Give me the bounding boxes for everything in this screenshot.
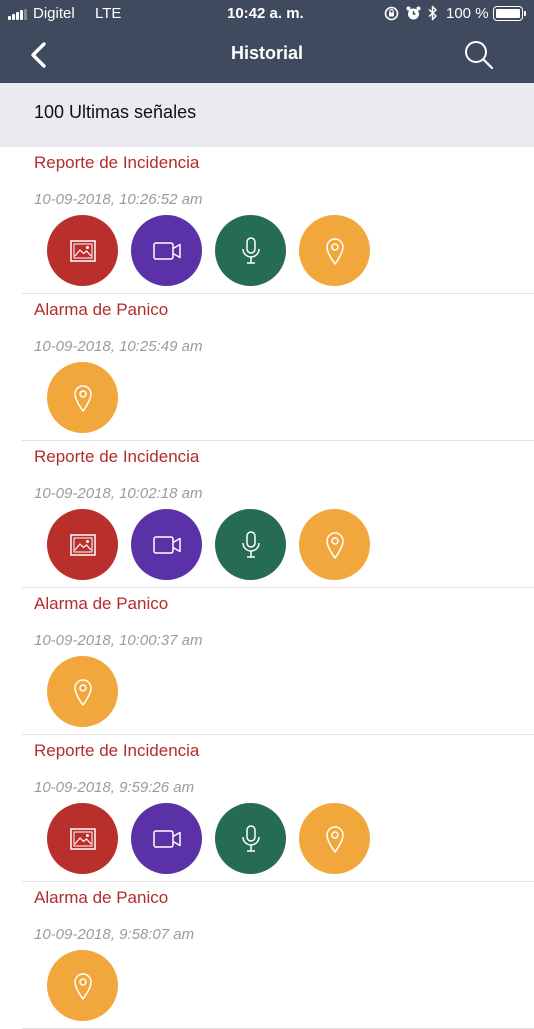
item-title: Alarma de Panico <box>34 888 169 907</box>
image-attachment-button[interactable] <box>47 803 118 874</box>
item-timestamp: 10-09-2018, 9:58:07 am <box>34 926 195 943</box>
signal-history-list: Reporte de Incidencia 10-09-2018, 10:26:… <box>0 147 534 1029</box>
history-item[interactable]: Alarma de Panico 10-09-2018, 10:00:37 am <box>0 588 534 735</box>
video-icon <box>152 241 181 260</box>
image-icon <box>69 827 96 850</box>
video-icon <box>152 535 181 554</box>
item-timestamp: 10-09-2018, 10:25:49 am <box>34 338 203 355</box>
item-timestamp: 10-09-2018, 10:00:37 am <box>34 632 203 649</box>
item-title: Alarma de Panico <box>34 300 169 319</box>
location-button[interactable] <box>47 362 118 433</box>
section-title: 100 Ultimas señales <box>34 102 197 122</box>
location-pin-icon <box>325 531 345 559</box>
location-pin-icon <box>73 678 93 706</box>
item-title: Reporte de Incidencia <box>34 153 200 172</box>
history-item[interactable]: Reporte de Incidencia 10-09-2018, 9:59:2… <box>0 735 534 882</box>
battery-icon <box>493 6 526 21</box>
search-icon <box>465 41 494 70</box>
video-attachment-button[interactable] <box>131 215 202 286</box>
history-item[interactable]: Alarma de Panico 10-09-2018, 10:25:49 am <box>0 294 534 441</box>
item-timestamp: 10-09-2018, 10:26:52 am <box>34 191 203 208</box>
navigation-bar: Historial <box>0 28 534 83</box>
status-time: 10:42 a. m. <box>227 5 304 22</box>
location-pin-icon <box>73 972 93 1000</box>
video-attachment-button[interactable] <box>131 509 202 580</box>
status-bar: Digitel LTE 10:42 a. m. 100 % <box>0 0 534 28</box>
location-button[interactable] <box>47 656 118 727</box>
audio-attachment-button[interactable] <box>215 509 286 580</box>
network-type: LTE <box>95 5 122 22</box>
rotation-lock-icon <box>384 6 399 21</box>
image-attachment-button[interactable] <box>47 215 118 286</box>
location-pin-icon <box>325 237 345 265</box>
image-attachment-button[interactable] <box>47 509 118 580</box>
section-header: 100 Ultimas señales <box>0 83 534 147</box>
microphone-icon <box>241 824 261 853</box>
audio-attachment-button[interactable] <box>215 215 286 286</box>
location-button[interactable] <box>47 950 118 1021</box>
image-icon <box>69 533 96 556</box>
item-timestamp: 10-09-2018, 9:59:26 am <box>34 779 195 796</box>
battery-percent: 100 % <box>446 5 489 22</box>
page-title: Historial <box>230 43 304 63</box>
item-title: Reporte de Incidencia <box>34 741 200 760</box>
image-icon <box>69 239 96 262</box>
location-button[interactable] <box>299 215 370 286</box>
item-title: Alarma de Panico <box>34 594 169 613</box>
location-button[interactable] <box>299 803 370 874</box>
carrier-name: Digitel <box>33 5 75 22</box>
microphone-icon <box>241 236 261 265</box>
signal-strength-icon <box>8 9 30 20</box>
location-button[interactable] <box>299 509 370 580</box>
search-button[interactable] <box>460 36 500 76</box>
location-pin-icon <box>325 825 345 853</box>
audio-attachment-button[interactable] <box>215 803 286 874</box>
history-item[interactable]: Reporte de Incidencia 10-09-2018, 10:26:… <box>0 147 534 294</box>
item-timestamp: 10-09-2018, 10:02:18 am <box>34 485 203 502</box>
bluetooth-icon <box>428 5 437 21</box>
location-pin-icon <box>73 384 93 412</box>
history-item[interactable]: Alarma de Panico 10-09-2018, 9:58:07 am <box>0 882 534 1029</box>
video-attachment-button[interactable] <box>131 803 202 874</box>
item-title: Reporte de Incidencia <box>34 447 200 466</box>
microphone-icon <box>241 530 261 559</box>
alarm-clock-icon <box>406 6 421 20</box>
video-icon <box>152 829 181 848</box>
history-item[interactable]: Reporte de Incidencia 10-09-2018, 10:02:… <box>0 441 534 588</box>
